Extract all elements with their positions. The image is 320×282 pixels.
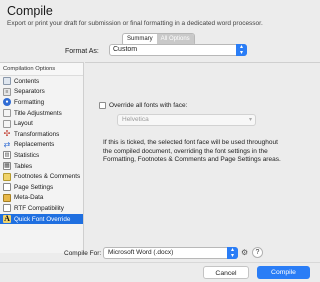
sidebar-item-title-adjustments[interactable]: Title Adjustments	[0, 108, 83, 119]
tables-icon: ▦	[3, 162, 11, 171]
sidebar-item-label: Layout	[14, 120, 33, 128]
compile-button[interactable]: Compile	[257, 266, 310, 279]
sidebar-item-label: Footnotes & Comments	[14, 173, 81, 181]
sidebar-item-label: Transformations	[14, 130, 60, 138]
sidebar-item-separators[interactable]: ≡ Separators	[0, 87, 83, 98]
meta-data-icon	[3, 193, 11, 202]
rtf-icon	[3, 204, 11, 213]
sidebar-item-meta-data[interactable]: Meta-Data	[0, 193, 83, 204]
cancel-button[interactable]: Cancel	[203, 266, 249, 279]
sidebar-item-label: Separators	[14, 88, 45, 96]
compile-for-select[interactable]: Microsoft Word (.docx) ▴ ▾	[103, 247, 238, 259]
footer-divider	[0, 262, 320, 263]
chevron-down-icon: ▾	[230, 253, 234, 259]
font-face-value: Helvetica	[122, 116, 149, 123]
dialog-title: Compile	[7, 4, 53, 18]
override-description: If this is ticked, the selected font fac…	[103, 139, 281, 164]
separators-icon: ≡	[3, 87, 11, 96]
page-settings-icon	[3, 183, 11, 192]
compilation-options-sidebar: Compilation Options Contents ≡ Separator…	[0, 62, 84, 253]
sidebar-item-transformations[interactable]: ✣ Transformations	[0, 129, 83, 140]
sidebar-item-formatting[interactable]: ● Formatting	[0, 97, 83, 108]
sidebar-item-label: Tables	[14, 162, 33, 170]
sidebar-item-rtf-compatibility[interactable]: RTF Compatibility	[0, 203, 83, 214]
sidebar-item-footnotes-comments[interactable]: Footnotes & Comments	[0, 171, 83, 182]
sidebar-item-statistics[interactable]: ▥ Statistics	[0, 150, 83, 161]
format-as-stepper[interactable]: ▴ ▾	[236, 44, 247, 56]
footnotes-icon	[3, 172, 11, 181]
format-as-label: Format As:	[65, 48, 99, 55]
sidebar-item-replacements[interactable]: ⇄ Replacements	[0, 140, 83, 151]
override-fonts-label: Override all fonts with face:	[109, 102, 188, 109]
format-as-value: Custom	[113, 46, 138, 53]
sidebar-item-tables[interactable]: ▦ Tables	[0, 161, 83, 172]
font-override-icon: A	[3, 214, 11, 224]
sidebar-heading: Compilation Options	[0, 63, 83, 76]
sidebar-item-label: Quick Font Override	[14, 215, 71, 223]
replacements-icon: ⇄	[3, 139, 11, 149]
override-fonts-checkbox[interactable]	[99, 102, 106, 109]
font-face-select[interactable]: Helvetica ▾	[117, 114, 256, 126]
compile-for-stepper[interactable]: ▴ ▾	[227, 247, 238, 259]
sidebar-item-quick-font-override[interactable]: A Quick Font Override	[0, 213, 83, 225]
sidebar-item-label: Statistics	[14, 151, 40, 159]
transformations-icon: ✣	[3, 129, 11, 139]
sidebar-item-label: Contents	[14, 77, 40, 85]
title-adjustments-icon	[3, 109, 11, 118]
format-as-select[interactable]: Custom ▴ ▾	[109, 44, 247, 56]
sidebar-item-layout[interactable]: Layout	[0, 118, 83, 129]
compile-for-label: Compile For:	[64, 250, 102, 257]
statistics-icon: ▥	[3, 151, 11, 160]
sidebar-item-contents[interactable]: Contents	[0, 76, 83, 87]
sidebar-item-label: Replacements	[14, 141, 55, 149]
compile-for-value: Microsoft Word (.docx)	[108, 249, 174, 256]
override-fonts-option[interactable]: Override all fonts with face:	[99, 102, 187, 109]
help-button[interactable]: ?	[252, 247, 263, 258]
sidebar-item-page-settings[interactable]: Page Settings	[0, 182, 83, 193]
contents-icon	[3, 77, 11, 86]
sidebar-item-label: Page Settings	[14, 183, 54, 191]
sidebar-item-label: RTF Compatibility	[14, 204, 64, 212]
sidebar-item-label: Meta-Data	[14, 194, 44, 202]
formatting-icon: ●	[3, 98, 11, 107]
sidebar-item-label: Title Adjustments	[14, 109, 62, 117]
dialog-subtitle: Export or print your draft for submissio…	[7, 20, 263, 27]
chevron-down-icon: ▾	[248, 117, 252, 123]
chevron-down-icon: ▾	[239, 50, 243, 56]
layout-icon	[3, 119, 11, 128]
gear-icon[interactable]: ⚙	[241, 247, 250, 259]
sidebar-item-label: Formatting	[14, 98, 45, 106]
